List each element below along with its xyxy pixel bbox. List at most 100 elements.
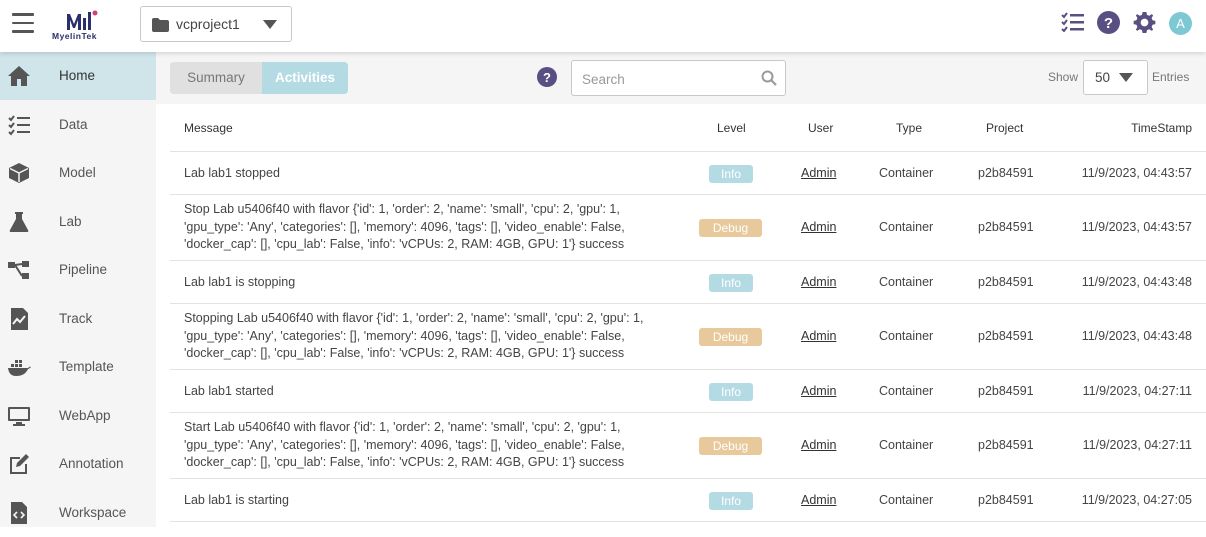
timestamp-cell: 11/9/2023, 04:27:11 bbox=[1082, 384, 1192, 398]
user-link[interactable]: Admin bbox=[801, 166, 836, 180]
sidebar-item-label: Workspace bbox=[59, 505, 127, 520]
message-line: 'gpu_type': 'Any', 'categories': [], 'me… bbox=[184, 328, 625, 343]
monitor-icon bbox=[8, 407, 30, 426]
type-cell: Container bbox=[879, 438, 934, 452]
show-label: Show bbox=[1048, 70, 1079, 84]
activities-table: Message Level User Type Project TimeStam… bbox=[170, 104, 1206, 522]
level-badge: Debug bbox=[699, 219, 762, 237]
level-badge: Info bbox=[709, 274, 753, 292]
page-size-select[interactable]: 50 bbox=[1083, 60, 1148, 95]
timestamp-cell: 11/9/2023, 04:27:05 bbox=[1081, 493, 1192, 507]
cube-icon bbox=[9, 163, 29, 183]
code-file-icon bbox=[11, 502, 27, 524]
tab-summary[interactable]: Summary bbox=[170, 62, 262, 94]
header-level[interactable]: Level bbox=[717, 121, 746, 135]
message-line: Start Lab u5406f40 with flavor {'id': 1,… bbox=[184, 420, 621, 434]
home-icon bbox=[8, 66, 30, 86]
level-badge: Info bbox=[709, 383, 753, 401]
checklist-icon[interactable] bbox=[1061, 12, 1084, 32]
message-line: Lab lab1 is stopping bbox=[184, 275, 296, 289]
folder-icon bbox=[152, 18, 169, 32]
timestamp-cell: 11/9/2023, 04:27:11 bbox=[1082, 438, 1192, 452]
type-cell: Container bbox=[879, 166, 934, 180]
type-cell: Container bbox=[879, 220, 934, 234]
message-line: 'docker_cap': [], 'cpu_lab': False, 'inf… bbox=[184, 346, 625, 360]
pipeline-icon bbox=[8, 261, 29, 279]
sidebar-item-webapp[interactable]: WebApp bbox=[0, 392, 156, 440]
project-cell: p2b84591 bbox=[978, 438, 1034, 452]
level-badge: Info bbox=[709, 492, 753, 510]
header-message[interactable]: Message bbox=[184, 121, 233, 135]
page-size-value: 50 bbox=[1095, 70, 1111, 85]
sidebar-item-label: Pipeline bbox=[59, 262, 108, 277]
sidebar-item-label: Lab bbox=[59, 214, 82, 229]
search-icon[interactable] bbox=[761, 70, 777, 86]
message-cell: Lab lab1 started bbox=[184, 383, 684, 401]
sidebar-item-pipeline[interactable]: Pipeline bbox=[0, 246, 156, 294]
sidebar-item-label: Data bbox=[59, 117, 88, 132]
svg-text:?: ? bbox=[1104, 15, 1113, 32]
sidebar-item-annotation[interactable]: Annotation bbox=[0, 440, 156, 488]
sidebar-item-label: Model bbox=[59, 165, 96, 180]
project-cell: p2b84591 bbox=[978, 493, 1034, 507]
header-user[interactable]: User bbox=[808, 121, 833, 135]
chevron-down-icon bbox=[1119, 73, 1133, 82]
sidebar-item-label: Annotation bbox=[59, 456, 124, 471]
track-chart-icon bbox=[11, 308, 28, 330]
sidebar-item-label: WebApp bbox=[59, 408, 111, 423]
message-cell: Lab lab1 is stopping bbox=[184, 274, 684, 292]
sidebar-item-label: Home bbox=[59, 68, 96, 83]
timestamp-cell: 11/9/2023, 04:43:57 bbox=[1081, 166, 1192, 180]
sidebar-item-lab[interactable]: Lab bbox=[0, 198, 156, 246]
table-row: Lab lab1 started Info Admin Container p2b845… bbox=[170, 370, 1206, 413]
table-row: Lab lab1 is starting Info Admin Container p2… bbox=[170, 479, 1206, 522]
message-line: Stop Lab u5406f40 with flavor {'id': 1, … bbox=[184, 202, 620, 216]
sidebar-item-label: Template bbox=[59, 359, 114, 374]
help-icon[interactable]: ? bbox=[537, 67, 557, 87]
level-badge: Debug bbox=[699, 328, 762, 346]
message-cell: Start Lab u5406f40 with flavor {'id': 1,… bbox=[184, 419, 684, 472]
tab-activities[interactable]: Activities bbox=[262, 62, 348, 94]
entries-label: Entries bbox=[1152, 70, 1190, 84]
user-link[interactable]: Admin bbox=[801, 493, 836, 507]
sidebar-item-track[interactable]: Track bbox=[0, 295, 156, 343]
user-link[interactable]: Admin bbox=[801, 220, 836, 234]
search-input[interactable] bbox=[582, 69, 752, 89]
user-link[interactable]: Admin bbox=[801, 384, 836, 398]
sidebar-item-template[interactable]: Template bbox=[0, 343, 156, 391]
message-line: 'gpu_type': 'Any', 'categories': [], 'me… bbox=[184, 437, 625, 452]
project-name: vcproject1 bbox=[176, 16, 240, 32]
flask-icon bbox=[9, 212, 29, 232]
project-cell: p2b84591 bbox=[978, 275, 1034, 289]
search-box bbox=[571, 60, 786, 96]
type-cell: Container bbox=[879, 329, 934, 343]
help-icon[interactable]: ? bbox=[1097, 11, 1120, 34]
project-select[interactable]: vcproject1 bbox=[140, 6, 292, 42]
header-timestamp[interactable]: TimeStamp bbox=[1131, 121, 1192, 135]
table-row: Stop Lab u5406f40 with flavor {'id': 1, … bbox=[170, 195, 1206, 261]
sidebar-item-data[interactable]: Data bbox=[0, 101, 156, 149]
timestamp-cell: 11/9/2023, 04:43:48 bbox=[1081, 329, 1192, 343]
sidebar-item-label: Track bbox=[59, 311, 93, 326]
timestamp-cell: 11/9/2023, 04:43:57 bbox=[1081, 220, 1192, 234]
table-row: Start Lab u5406f40 with flavor {'id': 1,… bbox=[170, 413, 1206, 479]
project-cell: p2b84591 bbox=[978, 329, 1034, 343]
user-link[interactable]: Admin bbox=[801, 329, 836, 343]
project-cell: p2b84591 bbox=[978, 220, 1034, 234]
header-project[interactable]: Project bbox=[986, 121, 1023, 135]
avatar[interactable]: A bbox=[1169, 12, 1192, 35]
user-link[interactable]: Admin bbox=[801, 438, 836, 452]
chevron-down-icon bbox=[263, 20, 277, 29]
timestamp-cell: 11/9/2023, 04:43:48 bbox=[1081, 275, 1192, 289]
menu-icon[interactable] bbox=[12, 13, 34, 33]
table-header: Message Level User Type Project TimeStam… bbox=[170, 104, 1206, 152]
sidebar-item-workspace[interactable]: Workspace bbox=[0, 489, 156, 537]
project-cell: p2b84591 bbox=[978, 384, 1034, 398]
message-line: 'docker_cap': [], 'cpu_lab': False, 'inf… bbox=[184, 237, 625, 251]
sidebar-item-home[interactable]: Home bbox=[0, 52, 156, 100]
header-type[interactable]: Type bbox=[896, 121, 922, 135]
gear-icon[interactable] bbox=[1133, 11, 1156, 34]
message-line: Lab lab1 is starting bbox=[184, 493, 289, 507]
user-link[interactable]: Admin bbox=[801, 275, 836, 289]
sidebar-item-model[interactable]: Model bbox=[0, 149, 156, 197]
